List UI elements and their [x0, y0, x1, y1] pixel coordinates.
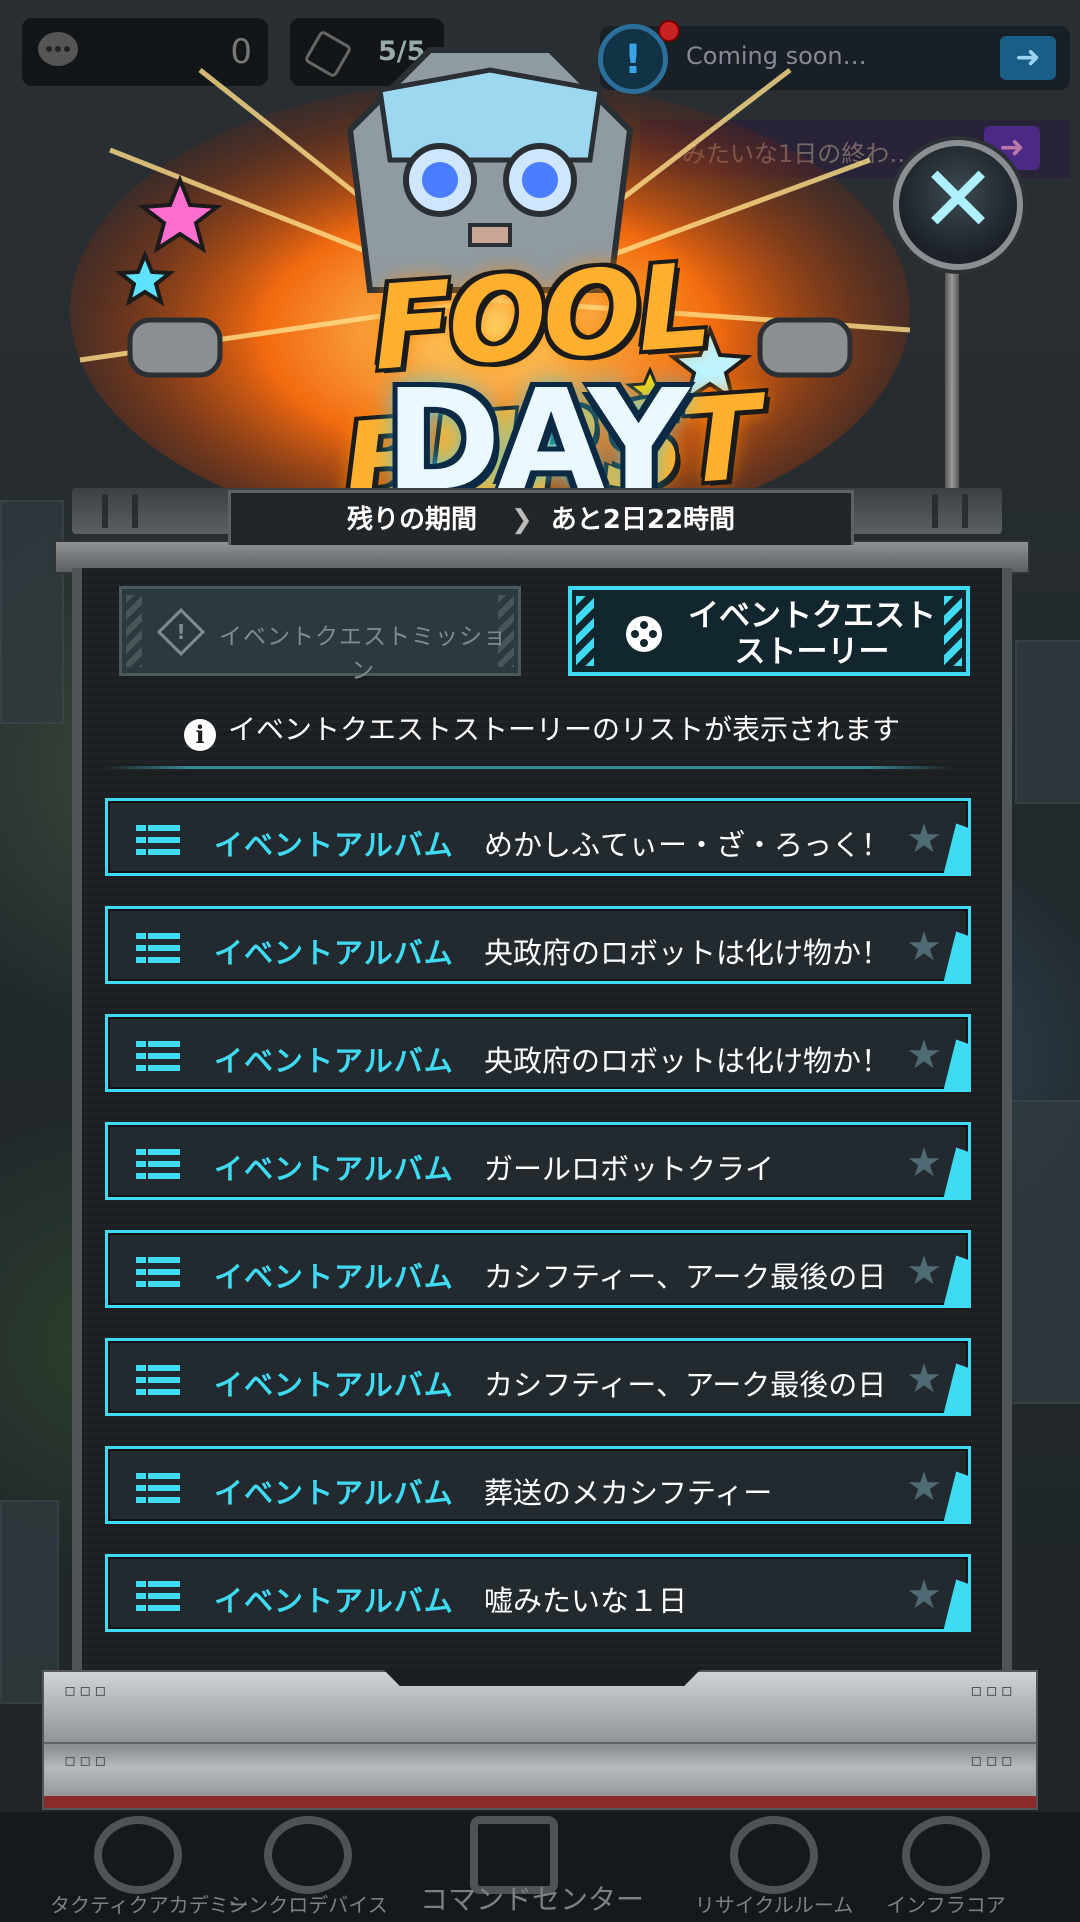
list-icon [136, 1257, 180, 1287]
frame-notch [384, 1670, 700, 1686]
close-button[interactable]: ✕ [893, 140, 1023, 270]
bg-building [0, 500, 64, 724]
list-item-category: イベントアルバム [214, 1476, 454, 1510]
nav-command-center[interactable]: コマンドセンター [420, 1812, 645, 1922]
list-item[interactable]: イベントアルバム 嘘みたいな１日 ★ [105, 1554, 971, 1632]
list-icon [136, 1041, 180, 1071]
list-item-corner [943, 1230, 971, 1308]
frame-rivets: ▫▫▫ [970, 1680, 1016, 1701]
arrow-right-icon[interactable]: ➜ [1000, 36, 1056, 80]
tab-stripes [576, 596, 594, 666]
star-icon[interactable]: ★ [906, 925, 942, 969]
infra-core-icon [902, 1816, 990, 1894]
tab-stripes [126, 595, 142, 667]
list-item-category: イベントアルバム [214, 1152, 454, 1186]
list-item-title: 嘘みたいな１日 [484, 1584, 688, 1618]
info-message: i イベントクエストストーリーのリストが表示されます [184, 708, 944, 751]
star-icon[interactable]: ★ [906, 1573, 942, 1617]
close-icon: ✕ [919, 146, 997, 253]
list-item-title: 央政府のロボットは化け物か！ [484, 1044, 891, 1078]
nav-label: リサイクルルーム [694, 1893, 854, 1917]
info-text: イベントクエストストーリーのリストが表示されます [228, 713, 901, 746]
bottom-nav: タクティクアカデミー シンクロデバイス コマンドセンター リサイクルルーム イン… [0, 1812, 1080, 1922]
list-item[interactable]: イベントアルバム カシフティー、アーク最後の日 ★ [105, 1338, 971, 1416]
frame-rivets: ▫▫▫ [970, 1750, 1016, 1771]
list-item-category: イベントアルバム [214, 1584, 454, 1618]
recycle-icon [730, 1816, 818, 1894]
list-item-corner [943, 906, 971, 984]
list-item[interactable]: イベントアルバム ガールロボットクライ ★ [105, 1122, 971, 1200]
list-icon [136, 825, 180, 855]
list-item-title: めかしふてぃー・ざ・ろっく！ [484, 828, 891, 862]
frame-rivets: ▫▫▫ [64, 1680, 110, 1701]
frame-rivets: ▫▫▫ [64, 1750, 110, 1771]
list-item[interactable]: イベントアルバム めかしふてぃー・ざ・ろっく！ ★ [105, 798, 971, 876]
list-icon [136, 1581, 180, 1611]
list-icon [136, 933, 180, 963]
list-item[interactable]: イベントアルバム 葬送のメカシフティー ★ [105, 1446, 971, 1524]
star-icon[interactable]: ★ [906, 1033, 942, 1077]
list-item-corner [943, 798, 971, 876]
tab-story-label: イベントクエスト ストーリー [688, 598, 936, 670]
list-item-title: 央政府のロボットは化け物か！ [484, 936, 891, 970]
list-item-corner [943, 1554, 971, 1632]
chevron-right-icon: ❯ [510, 505, 533, 535]
list-item-corner [943, 1014, 971, 1092]
bg-building [1015, 640, 1080, 804]
divider [104, 766, 952, 769]
nav-tactical-academy[interactable]: タクティクアカデミー [50, 1812, 249, 1922]
list-item[interactable]: イベントアルバム 央政府のロボットは化け物か！ ★ [105, 1014, 971, 1092]
frame-red-strip [44, 1796, 1036, 1808]
list-item[interactable]: イベントアルバム カシフティー、アーク最後の日 ★ [105, 1230, 971, 1308]
list-item-title: ガールロボットクライ [484, 1152, 775, 1186]
list-item-corner [943, 1122, 971, 1200]
list-icon [136, 1149, 180, 1179]
mission-diamond-icon: ! [156, 607, 206, 657]
list-item-title: カシフティー、アーク最後の日 [484, 1368, 887, 1402]
list-item-corner [943, 1446, 971, 1524]
list-item-category: イベントアルバム [214, 1368, 454, 1402]
tab-mission-label: イベントクエストミッション [219, 624, 507, 684]
event-timer: 残りの期間 ❯ あと2日22時間 [228, 490, 854, 545]
list-item-category: イベントアルバム [214, 828, 454, 862]
list-icon [136, 1365, 180, 1395]
list-icon [136, 1473, 180, 1503]
close-button-pole [945, 262, 959, 492]
panel-bottom-frame: ▫▫▫ ▫▫▫ ▫▫▫ ▫▫▫ [42, 1670, 1038, 1810]
list-item-title: 葬送のメカシフティー [484, 1476, 773, 1510]
timer-value: あと2日22時間 [550, 505, 736, 535]
tab-event-quest-mission[interactable]: ! イベントクエストミッション [119, 586, 521, 684]
nav-label: タクティクアカデミー [50, 1893, 249, 1917]
list-item-category: イベントアルバム [214, 936, 454, 970]
nav-synchro-device[interactable]: シンクロデバイス [220, 1812, 396, 1922]
list-item[interactable]: イベントアルバム 央政府のロボットは化け物か！ ★ [105, 906, 971, 984]
list-item-corner [943, 1338, 971, 1416]
info-icon: i [184, 719, 216, 751]
list-item-category: イベントアルバム [214, 1260, 454, 1294]
graduation-cap-icon [94, 1816, 182, 1894]
tab-event-quest-story[interactable]: イベントクエスト ストーリー [568, 586, 970, 676]
bg-building [1010, 1100, 1080, 1404]
nav-label: コマンドセンター [420, 1883, 645, 1916]
list-item-title: カシフティー、アーク最後の日 [484, 1260, 887, 1294]
list-item-category: イベントアルバム [214, 1044, 454, 1078]
star-icon[interactable]: ★ [906, 1465, 942, 1509]
star-icon[interactable]: ★ [906, 1141, 942, 1185]
nav-recycle-room[interactable]: リサイクルルーム [686, 1812, 862, 1922]
star-icon[interactable]: ★ [906, 1357, 942, 1401]
frame-divider [44, 1742, 1036, 1744]
star-icon[interactable]: ★ [906, 1249, 942, 1293]
nav-infra-core[interactable]: インフラコア [858, 1812, 1034, 1922]
film-reel-icon [626, 616, 662, 652]
star-icon[interactable]: ★ [906, 817, 942, 861]
nav-label: インフラコア [886, 1893, 1006, 1917]
nav-label: シンクロデバイス [228, 1893, 388, 1917]
shield-sc-icon [264, 1816, 352, 1894]
timer-label: 残りの期間 [346, 505, 477, 535]
